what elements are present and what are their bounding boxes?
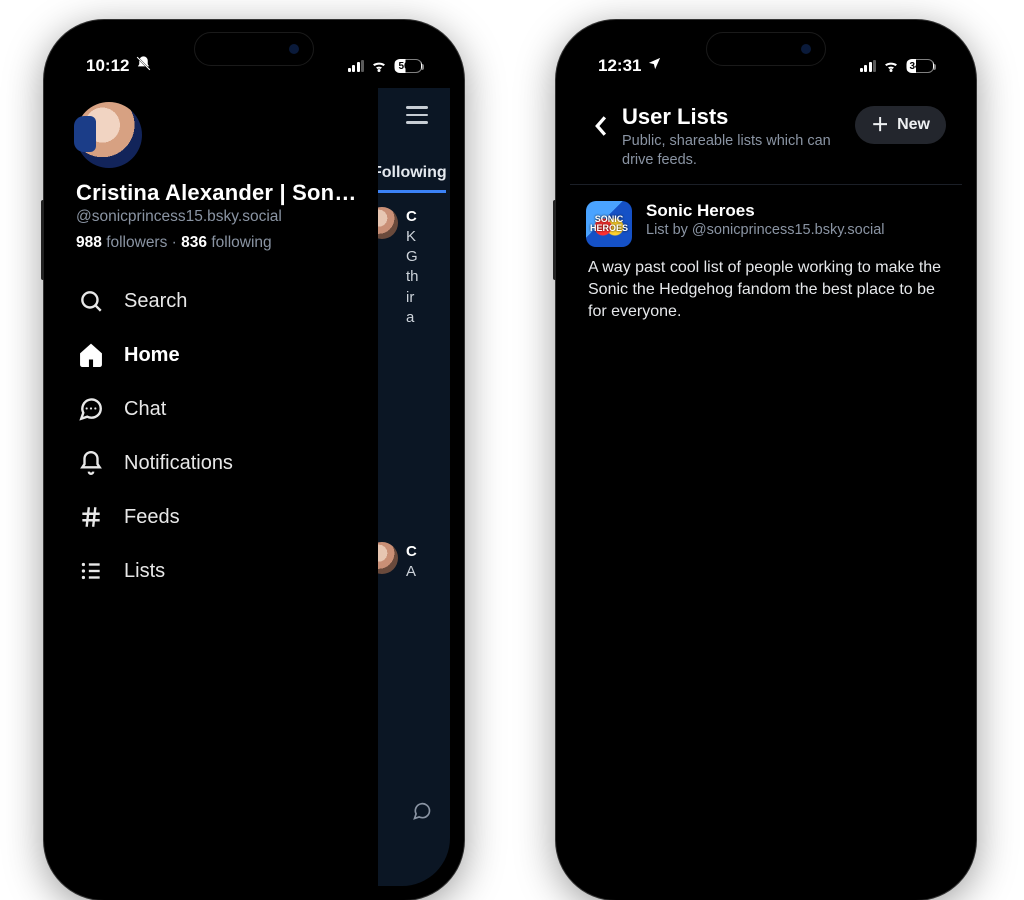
plus-icon: ＋ [871, 116, 889, 134]
phone-mockup-right: 12:31 34 User Lists Public, shareable li… [556, 20, 976, 900]
reply-icon[interactable] [412, 801, 432, 826]
nav-search[interactable]: Search [76, 274, 360, 328]
new-list-button[interactable]: ＋ New [855, 106, 946, 144]
back-button[interactable] [586, 106, 614, 146]
nav-label: Search [124, 290, 187, 313]
bell-icon [78, 450, 104, 476]
location-icon [647, 56, 662, 76]
lists-icon [78, 558, 104, 584]
phone-mockup-left: 10:12 50 Following C K [44, 20, 464, 900]
list-description: A way past cool list of people working t… [570, 247, 962, 324]
home-icon [78, 342, 104, 368]
nav-feeds[interactable]: Feeds [76, 490, 360, 544]
nav-home[interactable]: Home [76, 328, 360, 382]
battery-icon: 34 [906, 59, 934, 73]
dynamic-island [706, 32, 826, 66]
list-avatar: SONIC HEROES [586, 201, 632, 247]
list-name: Sonic Heroes [646, 201, 885, 221]
page-subtitle: Public, shareable lists which can drive … [622, 132, 847, 170]
nav-chat[interactable]: Chat [76, 382, 360, 436]
nav-label: Home [124, 344, 180, 367]
page-header: User Lists Public, shareable lists which… [570, 88, 962, 184]
list-row[interactable]: SONIC HEROES Sonic Heroes List by @sonic… [570, 185, 962, 247]
screen-right: 12:31 34 User Lists Public, shareable li… [570, 34, 962, 886]
cellular-icon [348, 60, 365, 72]
status-time: 12:31 [598, 56, 641, 76]
new-label: New [897, 116, 930, 134]
nav-label: Lists [124, 560, 165, 583]
nav-label: Chat [124, 398, 166, 421]
nav-drawer: Cristina Alexander | SonicP... @sonicpri… [58, 88, 378, 886]
profile-display-name[interactable]: Cristina Alexander | SonicP... [76, 180, 360, 206]
profile-handle: @sonicprincess15.bsky.social [76, 208, 360, 226]
battery-icon: 50 [394, 59, 422, 73]
nav-label: Feeds [124, 506, 180, 529]
search-icon [78, 288, 104, 314]
hash-icon [78, 504, 104, 530]
nav-lists[interactable]: Lists [76, 544, 360, 598]
wifi-icon [882, 59, 900, 73]
wifi-icon [370, 59, 388, 73]
profile-avatar[interactable] [76, 102, 142, 168]
battery-level: 50 [398, 61, 409, 72]
list-byline: List by @sonicprincess15.bsky.social [646, 222, 885, 238]
cellular-icon [860, 60, 877, 72]
profile-stats[interactable]: 988 followers · 836 following [76, 234, 360, 252]
nav-list: Search Home Chat Notifications Feeds [76, 274, 360, 598]
status-time: 10:12 [86, 56, 129, 76]
chat-icon [78, 396, 104, 422]
screen-left: 10:12 50 Following C K [58, 34, 450, 886]
battery-level: 34 [909, 61, 920, 72]
nav-notifications[interactable]: Notifications [76, 436, 360, 490]
dynamic-island [194, 32, 314, 66]
page-title: User Lists [622, 104, 847, 130]
bell-slash-icon [135, 55, 152, 77]
nav-label: Notifications [124, 452, 233, 475]
